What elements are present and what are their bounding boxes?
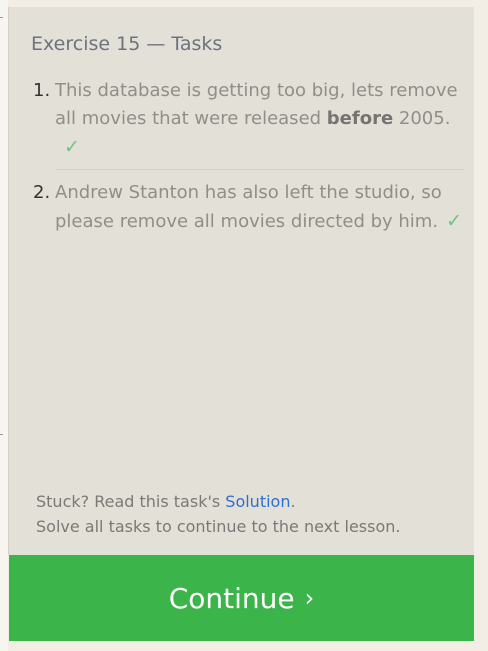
left-page-edge (0, 0, 8, 651)
checkmark-icon: ✓ (446, 210, 462, 232)
task-text: Andrew Stanton has also left the studio,… (55, 179, 465, 236)
checkmark-icon: ✓ (64, 136, 80, 158)
task-text: This database is getting too big, lets r… (55, 77, 465, 161)
continue-note: Solve all tasks to continue to the next … (36, 517, 401, 536)
footer-note: Stuck? Read this task's Solution. Solve … (36, 489, 400, 539)
continue-label: Continue (168, 581, 295, 615)
task-item: 2. Andrew Stanton has also left the stud… (33, 179, 465, 236)
task-number: 2. (33, 182, 51, 203)
stuck-text: Stuck? Read this task's (36, 492, 226, 511)
stuck-line: Stuck? Read this task's Solution. (36, 489, 400, 514)
edge-tick (0, 17, 3, 18)
task-text-part: Andrew Stanton has also left the studio,… (55, 182, 442, 232)
task-divider (55, 169, 465, 170)
exercise-title: Exercise 15 — Tasks (31, 33, 223, 55)
chevron-right-icon: › (304, 584, 315, 612)
tasks-panel: Exercise 15 — Tasks 1. This database is … (8, 7, 474, 555)
edge-tick (0, 434, 3, 435)
stuck-suffix: . (290, 492, 296, 511)
task-list: 1. This database is getting too big, let… (33, 77, 465, 236)
task-number: 1. (33, 80, 51, 101)
task-item: 1. This database is getting too big, let… (33, 77, 465, 161)
continue-button[interactable]: Continue › (9, 555, 474, 641)
task-text-part: 2005. (393, 108, 451, 129)
task-text-bold: before (326, 108, 394, 129)
solution-link[interactable]: Solution (225, 492, 290, 511)
